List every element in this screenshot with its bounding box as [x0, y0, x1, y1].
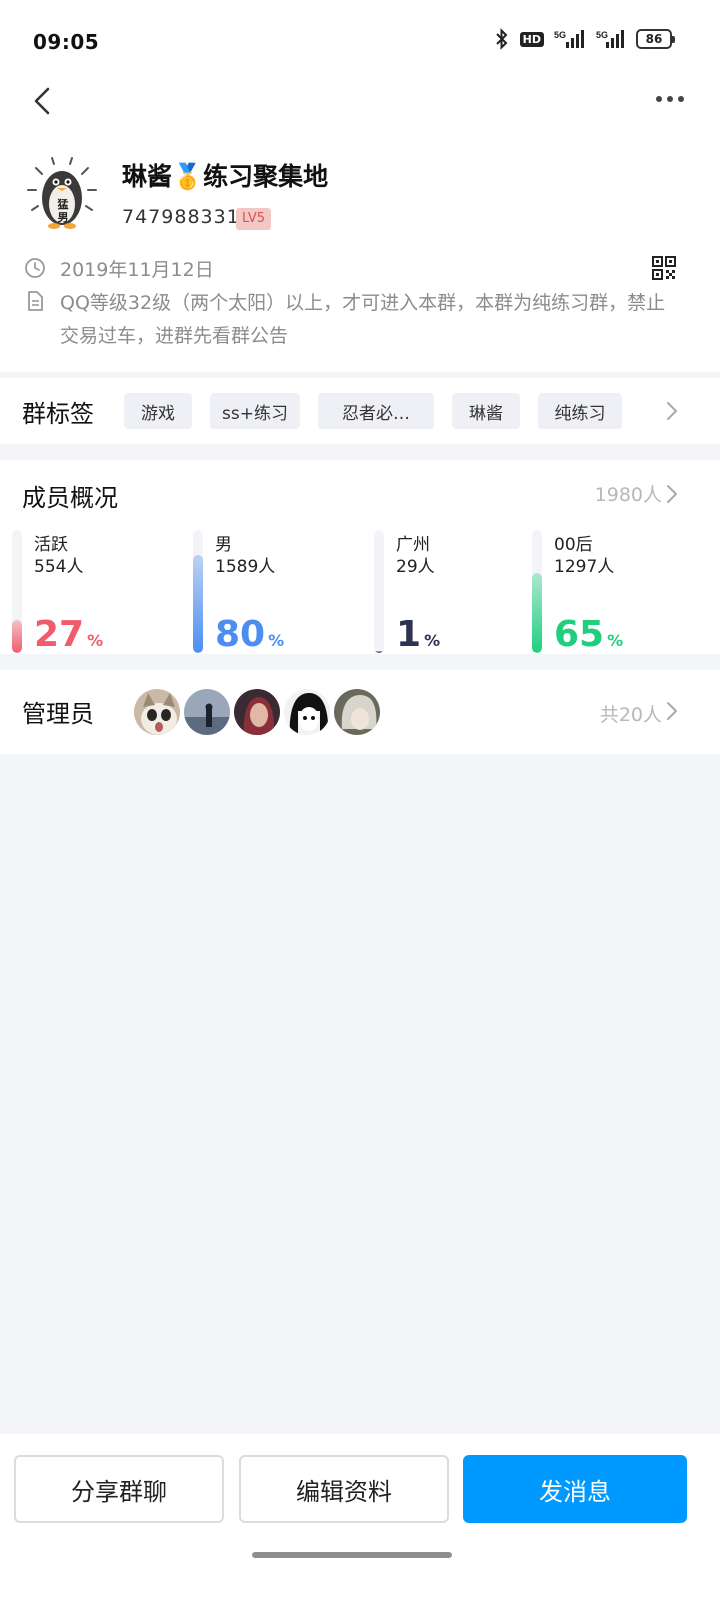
stat-count: 1297人 [554, 557, 615, 577]
signal-5g-icon-2: 5G [596, 30, 624, 48]
network-label-1: 5G [554, 30, 566, 40]
tag-item[interactable]: 忍者必… [318, 393, 434, 429]
created-date-row: 2019年11月12日 [24, 254, 214, 287]
stat-value: 1% [396, 614, 440, 655]
created-date: 2019年11月12日 [60, 259, 214, 281]
stat-percent: 1 [396, 614, 422, 655]
group-name: 琳酱🥇练习聚集地 [122, 162, 329, 191]
signal-5g-icon: 5G [554, 30, 584, 48]
status-time: 09:05 [33, 30, 100, 54]
members-overview-card[interactable]: 成员概况 1980人 活跃 554人 27% 男 1589人 80% 广州 29… [0, 460, 720, 655]
stat-count: 554人 [34, 557, 84, 577]
stat-bar-fill [532, 573, 542, 653]
stat-count: 1589人 [215, 557, 276, 577]
stat-count: 29人 [396, 557, 435, 577]
members-total: 1980人 [594, 484, 662, 506]
stat-bar-track [532, 530, 542, 653]
chevron-left-icon [34, 87, 50, 115]
stat-percent: 65 [554, 614, 605, 655]
level-badge: LV5 [236, 208, 271, 230]
stat-bar-fill [374, 650, 384, 653]
anime-girl-avatar [282, 687, 332, 737]
stat-bar-fill [193, 554, 203, 653]
stat-value: 27% [34, 614, 103, 655]
group-tags-card[interactable]: 群标签 游戏 ss+练习 忍者必… 琳酱 纯练习 [0, 378, 720, 444]
more-horizontal-icon [656, 96, 684, 102]
battery-icon: 86 [636, 29, 675, 49]
group-avatar[interactable]: 猛男 [22, 154, 102, 234]
network-label-2: 5G [596, 30, 608, 40]
stat-bar-track [12, 530, 22, 653]
bottom-action-bar: 分享群聊 编辑资料 发消息 [0, 1434, 720, 1608]
group-description: QQ等级32级（两个太阳）以上，才可进入本群，本群为纯练习群，禁止交易过车，进群… [60, 292, 666, 347]
status-icons: HD 5G 5G 86 [494, 28, 675, 50]
white-hair-anime-avatar [332, 687, 382, 737]
stat-unit: % [424, 631, 441, 650]
document-icon [28, 291, 43, 311]
stat-bar-track [193, 530, 203, 653]
clock-icon [25, 258, 45, 278]
chevron-right-icon [667, 402, 677, 420]
stat-bar-fill [12, 619, 22, 653]
send-message-button[interactable]: 发消息 [463, 1455, 687, 1523]
stat-percent: 80 [215, 614, 266, 655]
bluetooth-icon [495, 28, 508, 50]
chevron-right-icon [667, 485, 677, 503]
qr-code-icon[interactable] [652, 256, 676, 280]
tags-title: 群标签 [22, 400, 94, 428]
stat-value: 65% [554, 614, 623, 655]
more-button[interactable] [654, 88, 688, 116]
stat-unit: % [607, 631, 624, 650]
seaside-person-avatar [182, 687, 232, 737]
tag-item[interactable]: 纯练习 [538, 393, 622, 429]
tag-item[interactable]: 游戏 [124, 393, 192, 429]
admins-title: 管理员 [22, 700, 94, 728]
description-row: QQ等级32级（两个太阳）以上，才可进入本群，本群为纯练习群，禁止交易过车，进群… [24, 287, 680, 353]
stat-percent: 27 [34, 614, 85, 655]
admins-total: 共20人 [599, 704, 662, 726]
tag-item[interactable]: ss+练习 [210, 393, 300, 429]
hd-voice-icon: HD [519, 31, 544, 47]
group-avatar-text: 猛男 [57, 198, 69, 224]
chevron-right-icon [667, 702, 677, 720]
admins-card[interactable]: 管理员 共20人 [0, 670, 720, 754]
red-hair-girl-avatar [232, 687, 282, 737]
group-id: 747988331 [122, 206, 240, 228]
tag-item[interactable]: 琳酱 [452, 393, 520, 429]
share-group-button[interactable]: 分享群聊 [14, 1455, 224, 1523]
back-button[interactable] [26, 82, 62, 122]
stat-value: 80% [215, 614, 284, 655]
cat-avatar [132, 687, 182, 737]
battery-level: 86 [645, 32, 663, 46]
status-bar: 09:05 HD 5G 5G 86 [0, 0, 720, 84]
members-title: 成员概况 [22, 484, 118, 512]
stat-unit: % [268, 631, 285, 650]
edit-profile-button[interactable]: 编辑资料 [239, 1455, 449, 1523]
home-indicator[interactable] [252, 1552, 452, 1558]
stat-bar-track [374, 530, 384, 653]
stat-unit: % [87, 631, 104, 650]
